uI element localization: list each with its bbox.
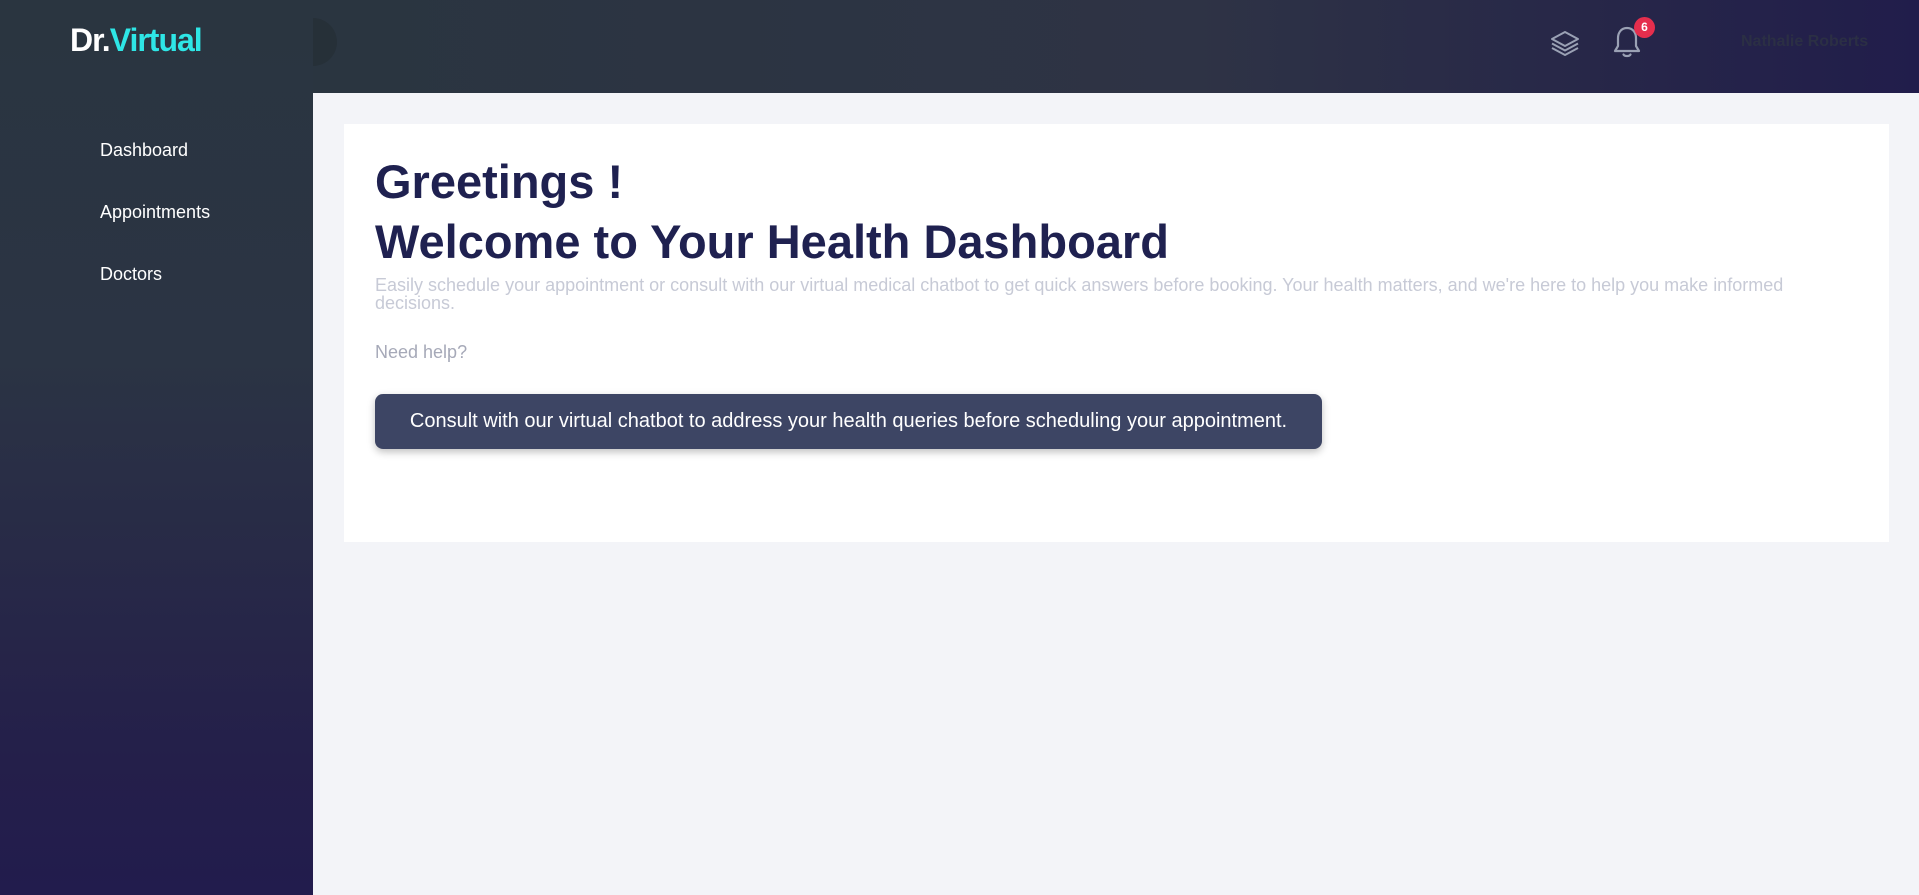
brand-prefix: Dr. (70, 22, 111, 58)
top-header: 6 Nathalie Roberts (313, 0, 1919, 93)
greeting-heading: Greetings ! (375, 155, 624, 208)
sidebar-toggle[interactable] (313, 18, 337, 66)
sidebar: Dr.Virtual Dashboard Appointments Doctor… (0, 0, 313, 895)
need-help-label: Need help? (375, 342, 468, 362)
sidebar-item-doctors[interactable]: Doctors (0, 252, 313, 314)
brand-name: Virtual (109, 22, 203, 58)
page-title: Welcome to Your Health Dashboard (375, 215, 1169, 268)
notification-badge: 6 (1634, 17, 1655, 38)
app: Dr.Virtual Dashboard Appointments Doctor… (0, 0, 1919, 895)
sidebar-item-appointments[interactable]: Appointments (0, 190, 313, 252)
consult-chatbot-button[interactable]: Consult with our virtual chatbot to addr… (375, 394, 1322, 449)
sidebar-nav: Dashboard Appointments Doctors (0, 128, 313, 314)
welcome-card: Greetings ! Welcome to Your Health Dashb… (344, 124, 1889, 542)
welcome-description: Easily schedule your appointment or cons… (375, 275, 1784, 313)
brand-logo[interactable]: Dr.Virtual (70, 22, 203, 59)
sidebar-item-dashboard[interactable]: Dashboard (0, 128, 313, 190)
user-name[interactable]: Nathalie Roberts (1741, 33, 1881, 51)
layers-icon[interactable] (1549, 28, 1581, 58)
